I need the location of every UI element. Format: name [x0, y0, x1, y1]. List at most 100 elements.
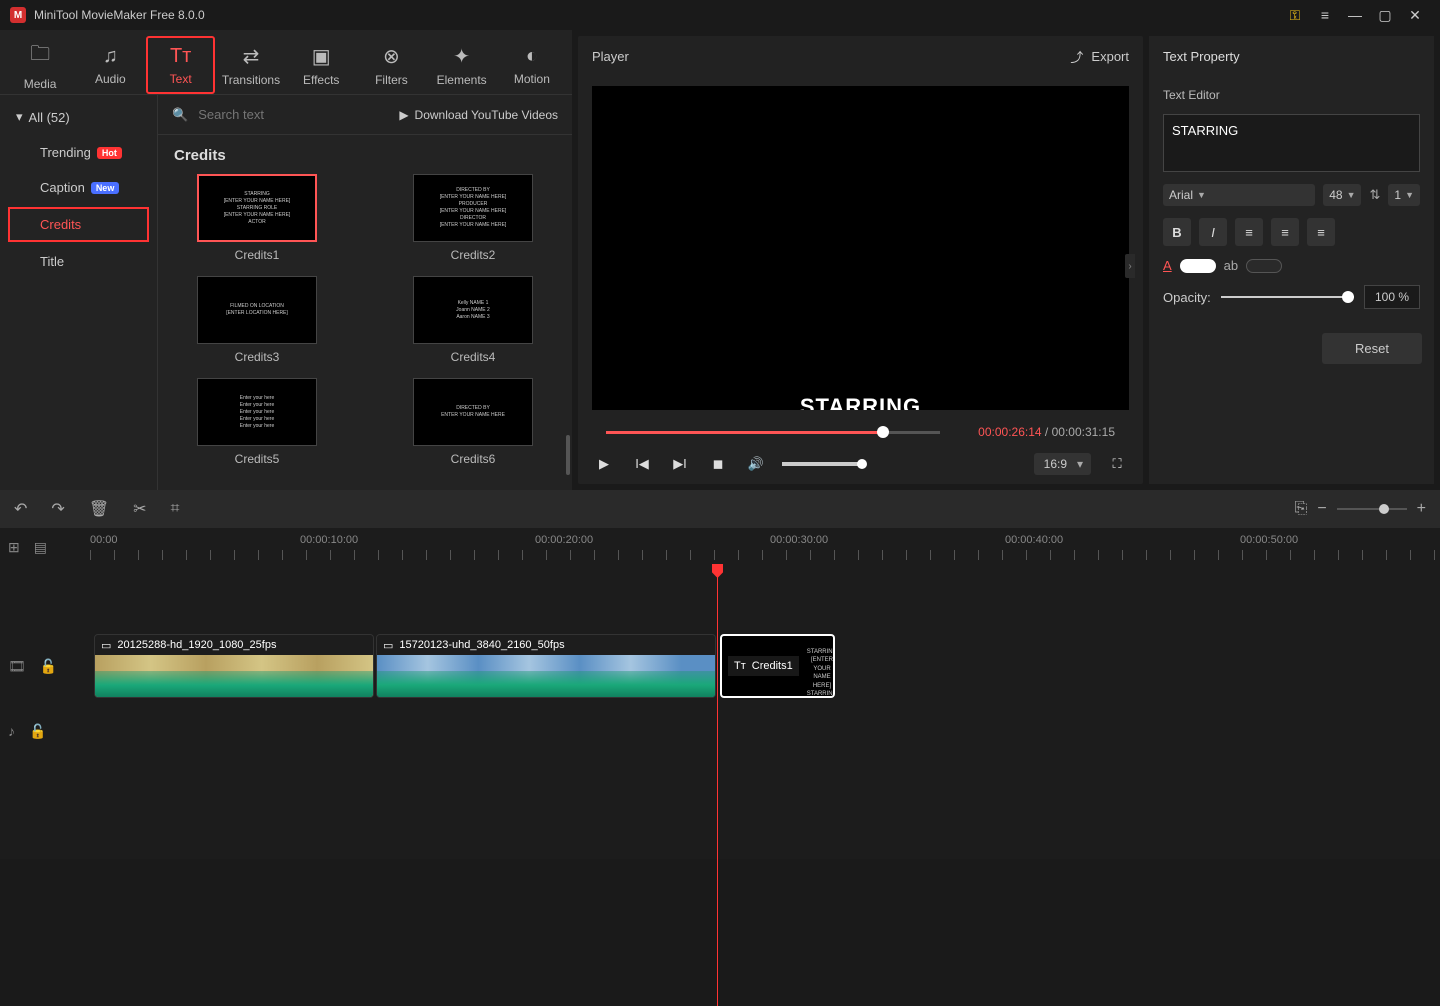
youtube-download-link[interactable]: ▶Download YouTube Videos — [399, 108, 558, 122]
sidebar-item-caption[interactable]: CaptionNew — [0, 170, 157, 205]
chevron-down-icon: ▼ — [1197, 190, 1206, 200]
new-badge: New — [91, 182, 120, 194]
timeline-clip-1[interactable]: ▭20125288-hd_1920_1080_25fps — [94, 634, 374, 698]
zoom-slider[interactable] — [1337, 508, 1407, 510]
credit-item-3[interactable]: FILMED ON LOCATION [ENTER LOCATION HERE]… — [174, 276, 340, 364]
fit-button[interactable]: ⎘ — [1295, 500, 1308, 518]
transitions-icon: ⇄ — [243, 44, 260, 69]
font-select[interactable]: Arial▼ — [1163, 184, 1315, 206]
video-text-overlay: STARRING — [800, 394, 921, 410]
player-title: Player — [592, 49, 629, 64]
prev-frame-button[interactable]: I◀ — [630, 452, 654, 476]
credit-thumb: STARRING [ENTER YOUR NAME HERE] STARRING… — [197, 174, 317, 242]
lock-icon[interactable]: 🔓 — [40, 658, 57, 675]
zoom-out-button[interactable]: − — [1317, 500, 1326, 518]
next-frame-button[interactable]: ▶I — [668, 452, 692, 476]
align-center-button[interactable]: ≡ — [1271, 218, 1299, 246]
opacity-label: Opacity: — [1163, 290, 1211, 305]
text-input[interactable] — [1163, 114, 1420, 172]
video-preview[interactable]: STARRING — [592, 86, 1129, 410]
align-left-button[interactable]: ≡ — [1235, 218, 1263, 246]
sidebar-all[interactable]: ▾All (52) — [0, 99, 157, 135]
audio-track-icon: ♪ — [8, 723, 15, 739]
volume-icon[interactable]: 🔊 — [744, 452, 768, 476]
lock-icon[interactable]: 🔓 — [29, 723, 46, 740]
chevron-down-icon: ▼ — [1405, 190, 1414, 200]
tab-transitions[interactable]: ⇄Transitions — [217, 36, 285, 94]
credit-thumb: Kelly NAME 1 Joann NAME 2 Aaron NAME 3 — [413, 276, 533, 344]
menu-icon[interactable]: ≡ — [1310, 0, 1340, 30]
fullscreen-button[interactable]: ⛶ — [1105, 452, 1129, 476]
tab-effects[interactable]: ▣Effects — [287, 36, 355, 94]
delete-button[interactable]: 🗑 — [89, 499, 109, 519]
add-track-icon[interactable]: ⊞ — [8, 539, 20, 556]
maximize-button[interactable]: ▢ — [1370, 0, 1400, 30]
chevron-down-icon: ▾ — [16, 109, 23, 125]
chevron-down-icon: ▼ — [1347, 190, 1356, 200]
export-button[interactable]: ⤴Export — [1070, 47, 1129, 66]
playback-scrubber[interactable] — [606, 426, 940, 438]
line-spacing-icon: ⇅ — [1369, 187, 1380, 203]
tab-audio[interactable]: ♫Audio — [76, 36, 144, 94]
split-button[interactable]: ✂ — [133, 499, 146, 519]
align-right-button[interactable]: ≡ — [1307, 218, 1335, 246]
music-icon: ♫ — [103, 45, 118, 68]
redo-button[interactable]: ↷ — [51, 499, 64, 519]
editor-label: Text Editor — [1163, 88, 1420, 102]
timeline-clip-2[interactable]: ▭15720123-uhd_3840_2160_50fps — [376, 634, 716, 698]
credit-item-5[interactable]: Enter your here Enter your here Enter yo… — [174, 378, 340, 466]
app-title: MiniTool MovieMaker Free 8.0.0 — [34, 8, 205, 22]
timeline-ruler[interactable]: ⊞ ▤ 00:00 00:00:10:00 00:00:20:00 00:00:… — [0, 528, 1440, 566]
panel-collapse-handle[interactable]: › — [1125, 254, 1135, 278]
minimize-button[interactable]: — — [1340, 0, 1370, 30]
sidebar-item-title[interactable]: Title — [0, 244, 157, 279]
close-button[interactable]: ✕ — [1400, 0, 1430, 30]
opacity-slider[interactable] — [1221, 296, 1354, 298]
text-icon: Tᴛ — [170, 45, 191, 68]
video-icon: ▭ — [383, 639, 393, 652]
credit-thumb: DIRECTED BY ENTER YOUR NAME HERE — [413, 378, 533, 446]
scrollbar[interactable] — [566, 435, 570, 475]
line-spacing-select[interactable]: 1▼ — [1388, 184, 1420, 206]
sidebar-item-trending[interactable]: TrendingHot — [0, 135, 157, 170]
panel-title: Text Property — [1149, 36, 1434, 76]
play-button[interactable]: ▶ — [592, 452, 616, 476]
export-icon: ⤴ — [1070, 47, 1083, 66]
section-title: Credits — [174, 147, 556, 164]
tab-elements[interactable]: ✦Elements — [428, 36, 496, 94]
credit-item-1[interactable]: STARRING [ENTER YOUR NAME HERE] STARRING… — [174, 174, 340, 262]
search-input[interactable] — [198, 107, 389, 122]
tab-filters[interactable]: ⊗Filters — [357, 36, 425, 94]
credit-item-2[interactable]: DIRECTED BY [ENTER YOUR NAME HERE] PRODU… — [390, 174, 556, 262]
text-color-icon: A — [1163, 258, 1172, 273]
playhead[interactable] — [717, 564, 718, 1006]
credit-item-6[interactable]: DIRECTED BY ENTER YOUR NAME HERECredits6 — [390, 378, 556, 466]
app-logo: M — [10, 7, 26, 23]
tab-text[interactable]: TᴛText — [146, 36, 214, 94]
undo-button[interactable]: ↶ — [14, 499, 27, 519]
zoom-in-button[interactable]: + — [1417, 500, 1426, 518]
video-track-icon: 🎞 — [8, 658, 26, 675]
aspect-ratio-select[interactable]: 16:9 — [1034, 453, 1091, 475]
timeline-clip-credits[interactable]: TᴛCredits1 STARRING [ENTER YOUR NAME HER… — [720, 634, 835, 698]
italic-button[interactable]: I — [1199, 218, 1227, 246]
size-select[interactable]: 48▼ — [1323, 184, 1361, 206]
crop-button[interactable]: ⌗ — [171, 500, 180, 518]
highlight-color-swatch[interactable] — [1246, 259, 1282, 273]
tab-media[interactable]: 🗀Media — [6, 36, 74, 94]
time-display: 00:00:26:14 / 00:00:31:15 — [978, 425, 1115, 439]
tab-motion[interactable]: ◐Motion — [498, 36, 566, 94]
effects-icon: ▣ — [312, 44, 331, 69]
stop-button[interactable]: ◼ — [706, 452, 730, 476]
credit-item-4[interactable]: Kelly NAME 1 Joann NAME 2 Aaron NAME 3Cr… — [390, 276, 556, 364]
track-layers-icon[interactable]: ▤ — [34, 539, 47, 556]
sidebar-item-credits[interactable]: Credits — [8, 207, 149, 242]
reset-button[interactable]: Reset — [1322, 333, 1422, 364]
text-color-swatch[interactable] — [1180, 259, 1216, 273]
key-icon[interactable]: ⚿ — [1280, 0, 1310, 30]
bold-button[interactable]: B — [1163, 218, 1191, 246]
video-icon: ▭ — [101, 639, 111, 652]
volume-slider[interactable] — [782, 462, 862, 466]
search-icon: 🔍 — [172, 107, 188, 123]
motion-icon: ◐ — [526, 45, 538, 68]
